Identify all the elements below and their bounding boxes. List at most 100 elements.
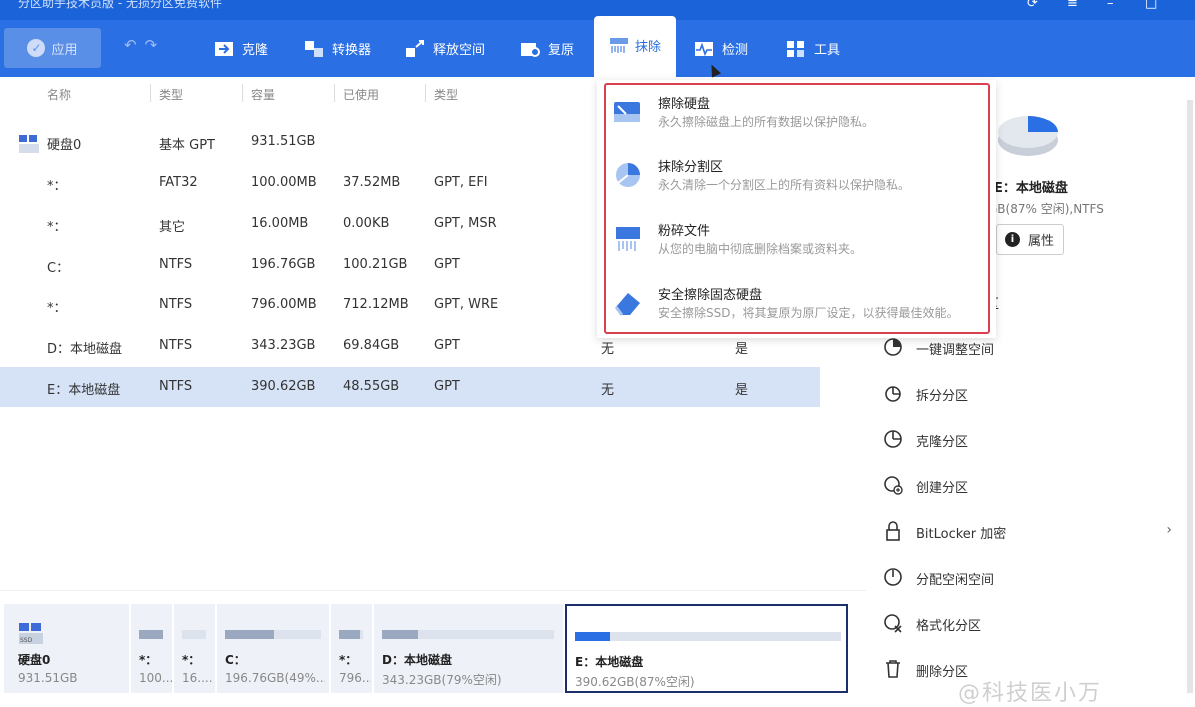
refresh-icon[interactable]: ⟳ xyxy=(1027,0,1038,11)
free-space-icon xyxy=(406,39,424,57)
partition-card-selected[interactable]: E：本地磁盘 390.62GB(87%空闲) xyxy=(565,604,848,693)
partition-card[interactable]: *： 100... xyxy=(131,604,173,693)
disk-card[interactable]: SSD 硬盘0 931.51GB xyxy=(4,604,129,693)
action-create[interactable]: 创建分区 xyxy=(882,471,1172,501)
action-label: BitLocker 加密 xyxy=(916,527,1007,542)
partition-name: *： xyxy=(339,653,358,667)
cell-capacity: 196.76GB xyxy=(251,257,316,272)
clone-button[interactable]: 克隆 xyxy=(214,20,268,77)
partition-card[interactable]: C： 196.76GB(49%... xyxy=(217,604,329,693)
free-space-button[interactable]: 释放空间 xyxy=(405,20,485,77)
header-divider xyxy=(425,84,426,102)
tools-label: 工具 xyxy=(814,43,841,58)
apply-button[interactable]: ✓ 应用 xyxy=(4,28,101,68)
convert-icon xyxy=(305,40,323,57)
column-header-name[interactable]: 名称 xyxy=(47,86,71,103)
cell-name: C： xyxy=(47,261,70,276)
menu-item-wipe-disk[interactable]: 擦除硬盘 永久擦除磁盘上的所有数据以保护隐私。 xyxy=(612,90,982,142)
usage-fill xyxy=(382,630,419,639)
cell-type: GPT xyxy=(434,257,460,272)
cell-used: 37.52MB xyxy=(343,175,401,190)
minimize-icon[interactable]: – xyxy=(1107,0,1114,11)
column-header-type[interactable]: 类型 xyxy=(434,86,458,103)
cell-capacity: 100.00MB xyxy=(251,175,317,190)
table-row-selected[interactable]: E：本地磁盘 NTFS 390.62GB 48.55GB GPT 无 是 xyxy=(0,367,820,407)
disk-name: 硬盘0 xyxy=(18,653,51,667)
menu-item-shred-files[interactable]: 粉碎文件 从您的电脑中彻底删除档案或资料夹。 xyxy=(612,217,982,269)
clone-icon xyxy=(215,41,233,56)
action-label: 格式化分区 xyxy=(916,619,982,634)
usage-bar xyxy=(575,632,841,641)
cell-c6: 无 xyxy=(601,383,615,398)
header-divider xyxy=(334,84,335,102)
action-format[interactable]: 格式化分区 xyxy=(882,609,1172,639)
partition-info: 390.62GB(87%空闲) xyxy=(575,675,695,689)
grid-icon xyxy=(787,40,804,57)
undo-redo-icons[interactable]: ↶↷ xyxy=(124,36,165,54)
action-allocate[interactable]: 分配空闲空间 xyxy=(882,563,1172,593)
partition-name: *： xyxy=(182,653,201,667)
lock-icon xyxy=(886,521,900,541)
cell-name: D：本地磁盘 xyxy=(47,342,123,357)
menu-icon[interactable]: ≡ xyxy=(1067,0,1078,11)
action-label: 一键调整空间 xyxy=(916,343,995,358)
cell-used: 48.55GB xyxy=(343,379,400,394)
cell-fs: NTFS xyxy=(159,257,193,272)
action-bitlocker[interactable]: BitLocker 加密 › xyxy=(882,517,1172,547)
cell-used: 69.84GB xyxy=(343,338,400,353)
cell-used: 0.00KB xyxy=(343,216,390,231)
chevron-right-icon: › xyxy=(1166,522,1172,538)
menu-item-title: 粉碎文件 xyxy=(658,224,711,239)
converter-label: 转换器 xyxy=(332,43,372,58)
check-button[interactable]: 检测 xyxy=(694,20,748,77)
usage-fill xyxy=(225,630,274,639)
header-divider xyxy=(242,84,243,102)
cell-type: GPT, EFI xyxy=(434,175,488,190)
cell-used: 100.21GB xyxy=(343,257,408,272)
divider xyxy=(0,590,866,591)
wipe-partition-icon xyxy=(616,163,640,187)
partition-card[interactable]: *： 16.... xyxy=(174,604,215,693)
menu-item-wipe-partition[interactable]: 抹除分割区 永久清除一个分割区上的所有资料以保护隐私。 xyxy=(612,153,982,205)
column-header-fs[interactable]: 类型 xyxy=(159,86,183,103)
tools-button[interactable]: 工具 xyxy=(786,20,840,77)
action-split[interactable]: 拆分分区 xyxy=(882,379,1172,409)
partition-info: 196.76GB(49%... xyxy=(225,671,325,685)
cell-c7: 是 xyxy=(735,383,749,398)
wipe-label: 抹除 xyxy=(634,40,661,55)
action-clone-partition[interactable]: 克隆分区 xyxy=(882,425,1172,455)
column-header-capacity[interactable]: 容量 xyxy=(251,86,275,103)
partition-card[interactable]: D：本地磁盘 343.23GB(79%空闲) xyxy=(374,604,563,693)
menu-item-secure-erase-ssd[interactable]: 安全擦除固态硬盘 安全擦除SSD，将其复原为原厂设定，以获得最佳效能。 xyxy=(612,281,982,333)
menu-item-desc: 永久清除一个分割区上的所有资料以保护隐私。 xyxy=(658,178,911,192)
wipe-tab[interactable]: 抹除 xyxy=(594,16,676,78)
format-icon xyxy=(884,614,902,633)
properties-button[interactable]: i 属性 xyxy=(996,224,1064,255)
maximize-icon[interactable]: □ xyxy=(1145,0,1157,11)
action-label: 拆分分区 xyxy=(916,389,969,404)
cell-capacity: 343.23GB xyxy=(251,338,316,353)
cell-type: GPT xyxy=(434,379,460,394)
split-icon xyxy=(885,386,901,402)
cell-fs: 其它 xyxy=(159,220,186,235)
restore-button[interactable]: 复原 xyxy=(520,20,574,77)
menu-item-title: 安全擦除固态硬盘 xyxy=(658,288,763,303)
partition-name: *： xyxy=(139,653,158,667)
scrollbar[interactable] xyxy=(1187,100,1193,693)
cell-type: GPT xyxy=(434,338,460,353)
partition-name: D：本地磁盘 xyxy=(382,653,452,667)
clone-partition-icon xyxy=(884,430,902,448)
cell-name: E：本地磁盘 xyxy=(47,383,121,398)
cell-name: *： xyxy=(47,179,67,194)
apply-label: 应用 xyxy=(51,42,78,58)
usage-bar xyxy=(382,630,554,639)
selected-partition-name: E：本地磁盘 xyxy=(994,181,1068,196)
free-space-label: 释放空间 xyxy=(433,43,486,58)
partition-info: 16.... xyxy=(182,671,212,685)
ssd-disk-icon xyxy=(19,135,39,153)
shredder-icon xyxy=(609,38,628,53)
cell-fs: 基本 GPT xyxy=(159,138,215,153)
partition-card[interactable]: *： 796... xyxy=(331,604,372,693)
converter-button[interactable]: 转换器 xyxy=(304,20,371,77)
column-header-used[interactable]: 已使用 xyxy=(343,86,379,103)
